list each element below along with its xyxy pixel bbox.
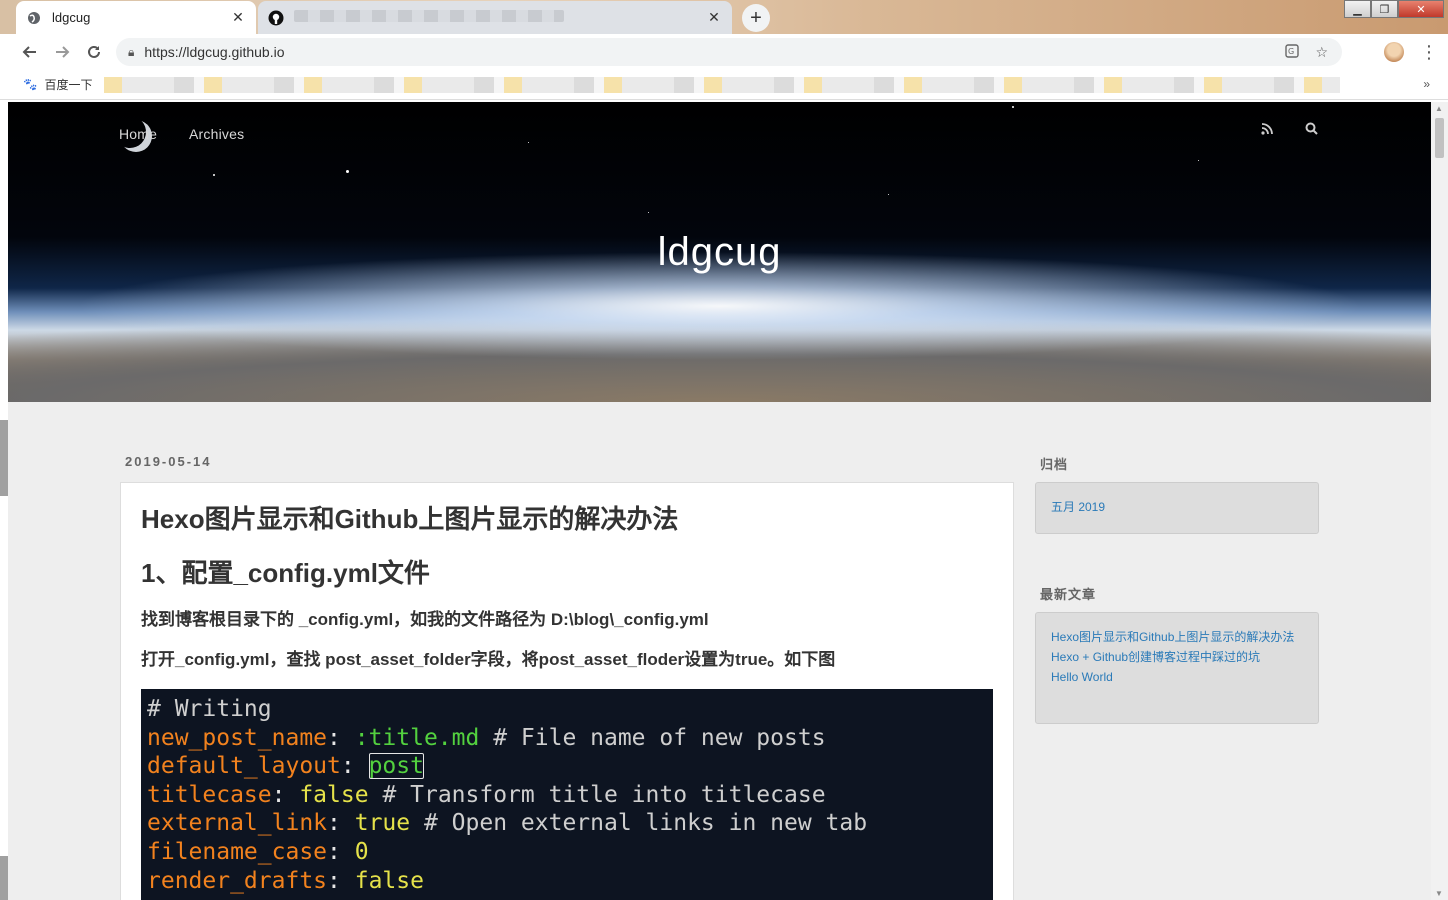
- code-line: render_drafts: false: [147, 867, 424, 894]
- bookmark-label: 百度一下: [44, 78, 93, 92]
- svg-text:G: G: [1288, 47, 1294, 56]
- back-arrow-icon[interactable]: [14, 36, 46, 68]
- vertical-scrollbar[interactable]: ▲ ▼: [1431, 102, 1448, 900]
- profile-avatar[interactable]: [1384, 42, 1404, 62]
- close-window-button[interactable]: ✕: [1398, 0, 1444, 18]
- bookmarks-bar: 🐾︎ 百度一下 »: [0, 70, 1448, 100]
- address-url: https://ldgcug.github.io: [144, 44, 285, 60]
- code-line: titlecase: false # Transform title into …: [147, 781, 826, 808]
- scroll-up-icon[interactable]: ▲: [1435, 104, 1443, 113]
- archive-widget: 五月 2019: [1035, 482, 1319, 534]
- star: [1198, 160, 1199, 161]
- new-tab-button[interactable]: +: [742, 4, 770, 32]
- close-tab-icon[interactable]: ✕: [706, 9, 722, 26]
- lock-icon: 🔒︎: [128, 44, 135, 59]
- archive-link[interactable]: 五月 2019: [1051, 500, 1105, 514]
- web-page: Home Archives ldgcug 2019-05-14 Hexo图片显示…: [8, 102, 1431, 900]
- post-date[interactable]: 2019-05-14: [125, 454, 212, 469]
- star: [213, 174, 215, 176]
- star: [1012, 106, 1014, 108]
- globe-icon: [26, 10, 42, 26]
- baidu-paw-icon: 🐾︎: [22, 76, 39, 92]
- recent-post-link[interactable]: Hexo图片显示和Github上图片显示的解决办法: [1051, 627, 1303, 647]
- header-banner: Home Archives ldgcug: [8, 102, 1431, 402]
- tab-ldgcug[interactable]: ldgcug ✕: [16, 1, 256, 34]
- code-line: external_link: true # Open external link…: [147, 810, 868, 837]
- search-icon[interactable]: [1305, 122, 1318, 138]
- translate-icon[interactable]: G: [1285, 43, 1300, 61]
- browser-menu-icon[interactable]: ⋮: [1420, 42, 1438, 63]
- scroll-down-icon[interactable]: ▼: [1435, 889, 1443, 898]
- code-line: # Writing: [147, 696, 272, 722]
- blurred-bookmarks: [104, 77, 1340, 93]
- tab-title: ldgcug: [52, 10, 91, 25]
- address-bar[interactable]: 🔒︎ https://ldgcug.github.io G ☆: [116, 38, 1342, 66]
- window-edge: [0, 856, 8, 900]
- code-line: default_layout: post: [147, 753, 424, 780]
- scrollbar-thumb[interactable]: [1435, 118, 1444, 158]
- recent-post-link[interactable]: Hello World: [1051, 667, 1303, 687]
- bookmark-star-icon[interactable]: ☆: [1315, 44, 1328, 61]
- nav-archives[interactable]: Archives: [189, 126, 244, 142]
- recent-posts-widget: Hexo图片显示和Github上图片显示的解决办法 Hexo + Github创…: [1035, 612, 1319, 724]
- site-title[interactable]: ldgcug: [8, 230, 1431, 275]
- reload-icon[interactable]: [78, 36, 110, 68]
- tab-github[interactable]: ✕: [258, 1, 732, 34]
- browser-toolbar: 🔒︎ https://ldgcug.github.io G ☆ ⋮: [0, 34, 1448, 70]
- article-paragraph: 找到博客根目录下的 _config.yml，如我的文件路径为 D:\blog\_…: [141, 610, 709, 629]
- star: [346, 170, 349, 173]
- tab-strip: ldgcug ✕ ✕ + ▁ ❐ ✕: [0, 0, 1448, 34]
- recent-post-link[interactable]: Hexo + Github创建博客过程中踩过的坑: [1051, 647, 1303, 667]
- star: [528, 142, 529, 143]
- article-title[interactable]: Hexo图片显示和Github上图片显示的解决办法: [141, 503, 993, 535]
- article-heading: 1、配置_config.yml文件: [141, 558, 430, 588]
- recent-posts-heading: 最新文章: [1040, 587, 1097, 602]
- rss-icon[interactable]: [1261, 122, 1273, 138]
- window-controls: ▁ ❐ ✕: [1344, 0, 1444, 18]
- github-icon: [268, 10, 284, 26]
- code-line: filename_case: 0: [147, 838, 369, 865]
- forward-arrow-icon[interactable]: [46, 36, 78, 68]
- code-screenshot: # Writing new_post_name: :title.md # File…: [141, 689, 993, 900]
- restore-button[interactable]: ❐: [1371, 0, 1398, 18]
- minimize-button[interactable]: ▁: [1344, 0, 1371, 18]
- blurred-text: [294, 10, 564, 22]
- article-card: Hexo图片显示和Github上图片显示的解决办法 1、配置_config.ym…: [120, 482, 1014, 900]
- close-tab-icon[interactable]: ✕: [230, 9, 246, 26]
- code-line: new_post_name: :title.md # File name of …: [147, 724, 826, 751]
- more-bookmarks-icon[interactable]: »: [1423, 77, 1430, 91]
- star: [648, 212, 649, 213]
- article-paragraph: 打开_config.yml，查找 post_asset_folder字段，将po…: [141, 650, 836, 669]
- star: [888, 194, 889, 195]
- bookmark-baidu[interactable]: 🐾︎ 百度一下: [22, 76, 93, 93]
- nav-home[interactable]: Home: [119, 126, 157, 142]
- archive-heading: 归档: [1040, 457, 1069, 472]
- tab-title-blurred: [294, 10, 706, 25]
- window-edge: [0, 420, 8, 496]
